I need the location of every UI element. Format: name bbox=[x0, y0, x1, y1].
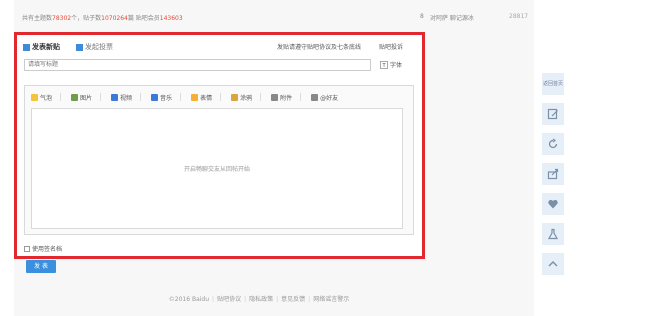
post-count: 1070264 bbox=[101, 15, 128, 22]
left-gutter bbox=[0, 0, 14, 316]
toolbar-label: 表情 bbox=[200, 94, 213, 102]
toolbar-face[interactable]: 表情 bbox=[191, 93, 222, 102]
editor-box: 气泡 图片 视频 音乐 表情 涂鸦 附件 @好友 开启畅聊交友从回帖开始 bbox=[24, 85, 414, 235]
scribble-icon bbox=[231, 93, 239, 101]
toolbar-music[interactable]: 音乐 bbox=[151, 93, 182, 102]
toolbar-label: 附件 bbox=[280, 94, 293, 102]
stats-label: 篇 贴吧会员 bbox=[127, 15, 160, 22]
copyright: ©2016 Baidu bbox=[168, 296, 210, 303]
arrow-up-icon bbox=[548, 261, 558, 267]
at-icon bbox=[311, 93, 319, 101]
thread-title[interactable]: 对阿萨 聊记源冰 bbox=[430, 13, 474, 22]
post-body-editor[interactable]: 开启畅聊交友从回帖开始 bbox=[31, 108, 403, 229]
thread-rank: 8 bbox=[420, 13, 424, 20]
toolbar-video[interactable]: 视频 bbox=[111, 93, 142, 102]
write-post-button[interactable] bbox=[542, 103, 564, 125]
video-icon bbox=[111, 93, 119, 101]
divider bbox=[220, 93, 222, 101]
tab-label: 发表新贴 bbox=[32, 43, 60, 51]
favorite-button[interactable] bbox=[542, 193, 564, 215]
stats-label: 个，贴子数 bbox=[71, 15, 102, 22]
font-label: 字体 bbox=[390, 62, 403, 69]
thread-count: 28817 bbox=[509, 13, 529, 20]
stats-label: 共有主题数 bbox=[22, 15, 53, 22]
share-button[interactable] bbox=[542, 163, 564, 185]
music-icon bbox=[151, 93, 159, 101]
flask-icon bbox=[547, 228, 559, 240]
forum-stats: 共有主题数78302个，贴子数1070264篇 贴吧会员143603 bbox=[22, 13, 392, 22]
toolbar-at[interactable]: @好友 bbox=[311, 93, 338, 102]
emoji-icon bbox=[31, 93, 38, 101]
footer-link[interactable]: 网络谣言警示 bbox=[313, 296, 349, 303]
member-count: 143603 bbox=[159, 15, 183, 22]
signature-label: 使用签名档 bbox=[32, 246, 63, 253]
toolbar-bubble[interactable]: 气泡 bbox=[31, 93, 62, 102]
divider: | bbox=[308, 296, 311, 303]
tab-new-vote[interactable]: 发起投票 bbox=[76, 42, 113, 52]
toolbar-label: @好友 bbox=[320, 94, 339, 102]
toolbar-image[interactable]: 图片 bbox=[71, 93, 102, 102]
topic-count: 78302 bbox=[52, 15, 72, 22]
divider: | bbox=[212, 296, 215, 303]
back-home-button[interactable]: 返回首页 bbox=[542, 73, 564, 95]
post-editor-panel: 发表新贴 发起投票 发贴请遵守贴吧协议及七条底线 贴吧投诉 T 字体 气泡 图片… bbox=[14, 32, 425, 259]
refresh-button[interactable] bbox=[542, 133, 564, 155]
toolbar-label: 视频 bbox=[120, 94, 133, 102]
divider: | bbox=[244, 296, 247, 303]
heart-icon bbox=[548, 199, 558, 209]
tab-new-post[interactable]: 发表新贴 bbox=[23, 42, 60, 52]
lab-button[interactable] bbox=[542, 223, 564, 245]
submit-button[interactable]: 发 表 bbox=[26, 260, 56, 273]
back-to-top-button[interactable] bbox=[542, 253, 564, 275]
divider bbox=[140, 93, 142, 101]
font-button[interactable]: T 字体 bbox=[380, 60, 402, 69]
divider bbox=[60, 93, 62, 101]
main-content: 共有主题数78302个，贴子数1070264篇 贴吧会员143603 8 对阿萨… bbox=[14, 0, 534, 316]
body-placeholder: 开启畅聊交友从回帖开始 bbox=[183, 166, 250, 173]
divider bbox=[100, 93, 102, 101]
signature-checkbox[interactable] bbox=[24, 245, 30, 252]
side-toolbar: 返回首页 bbox=[542, 73, 564, 283]
divider bbox=[300, 93, 302, 101]
page-footer: ©2016 Baidu | 贴吧协议 | 隐私政策 | 意见反馈 | 网络谣言警示 bbox=[14, 294, 504, 303]
divider bbox=[260, 93, 262, 101]
toolbar-label: 音乐 bbox=[160, 94, 173, 102]
footer-link[interactable]: 贴吧协议 bbox=[217, 296, 241, 303]
toolbar-scribble[interactable]: 涂鸦 bbox=[231, 93, 262, 102]
attach-icon bbox=[271, 93, 279, 101]
face-icon bbox=[191, 93, 199, 101]
vote-icon bbox=[76, 43, 83, 51]
title-input[interactable] bbox=[24, 59, 371, 71]
editor-tabs: 发表新贴 发起投票 发贴请遵守贴吧协议及七条底线 贴吧投诉 bbox=[23, 42, 413, 52]
refresh-icon bbox=[548, 138, 558, 149]
toolbar-label: 气泡 bbox=[40, 94, 53, 102]
back-home-label: 返回首页 bbox=[542, 81, 563, 87]
divider bbox=[180, 93, 182, 101]
tab-label: 发起投票 bbox=[85, 43, 113, 51]
share-icon bbox=[547, 168, 559, 180]
signature-option[interactable]: 使用签名档 bbox=[24, 244, 62, 253]
font-icon: T bbox=[380, 60, 388, 69]
posting-rules-link[interactable]: 发贴请遵守贴吧协议及七条底线 bbox=[277, 42, 361, 51]
editor-toolbar: 气泡 图片 视频 音乐 表情 涂鸦 附件 @好友 bbox=[31, 92, 348, 102]
toolbar-label: 涂鸦 bbox=[240, 94, 253, 102]
toolbar-attach[interactable]: 附件 bbox=[271, 93, 302, 102]
post-icon bbox=[23, 43, 30, 51]
edit-icon bbox=[547, 108, 558, 120]
divider: | bbox=[276, 296, 279, 303]
toolbar-label: 图片 bbox=[80, 94, 93, 102]
report-link[interactable]: 贴吧投诉 bbox=[379, 42, 403, 51]
footer-link[interactable]: 隐私政策 bbox=[249, 296, 273, 303]
footer-link[interactable]: 意见反馈 bbox=[281, 296, 305, 303]
image-icon bbox=[71, 93, 79, 101]
